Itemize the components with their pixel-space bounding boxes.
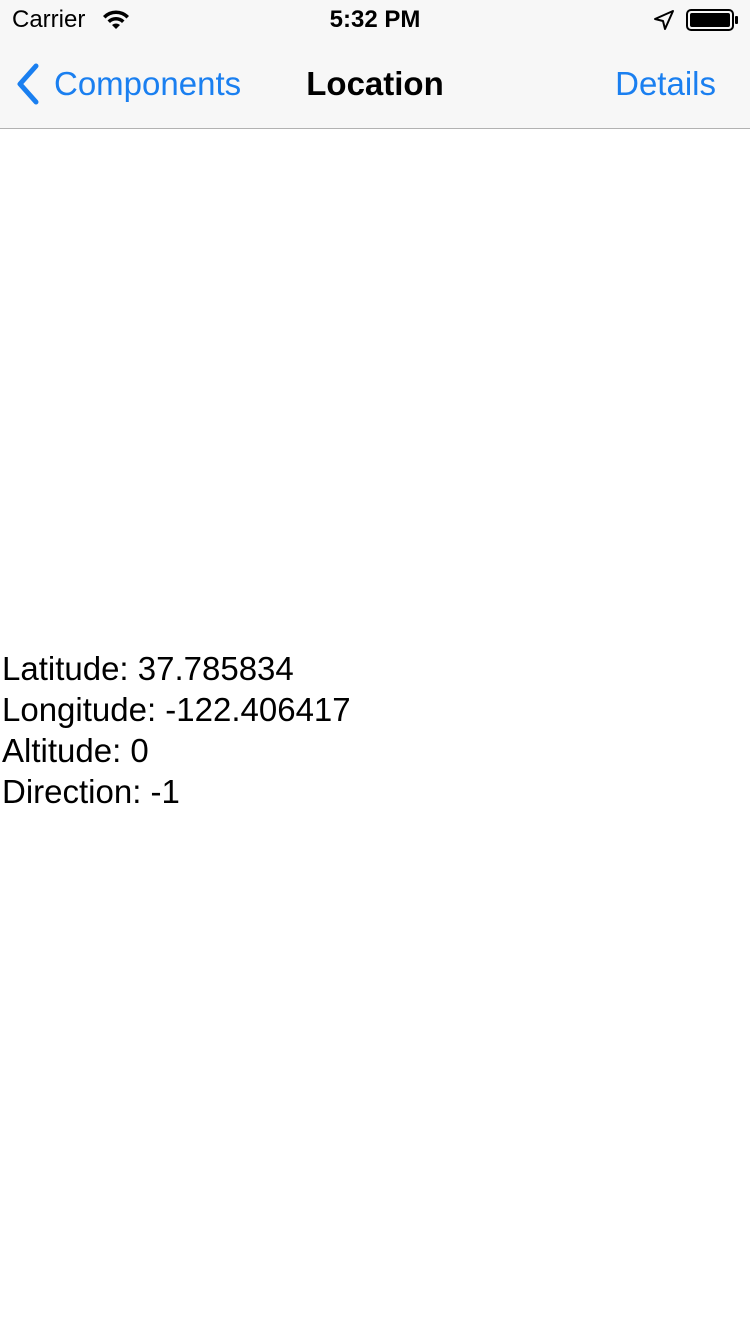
status-bar: Carrier 5:32 PM	[0, 0, 750, 40]
altitude-text: Altitude: 0	[2, 732, 149, 769]
longitude-text: Longitude: -122.406417	[2, 691, 351, 728]
battery-icon	[686, 9, 738, 31]
content-area: Latitude: 37.785834 Longitude: -122.4064…	[0, 129, 750, 1334]
location-info: Latitude: 37.785834 Longitude: -122.4064…	[2, 648, 351, 812]
direction-text: Direction: -1	[2, 773, 180, 810]
screen: Carrier 5:32 PM Components Location Deta…	[0, 0, 750, 1334]
status-time: 5:32 PM	[329, 6, 421, 33]
details-button[interactable]: Details	[615, 60, 716, 108]
latitude-text: Latitude: 37.785834	[2, 650, 294, 687]
location-arrow-icon	[654, 10, 674, 30]
navigation-bar: Components Location Details	[0, 40, 750, 129]
